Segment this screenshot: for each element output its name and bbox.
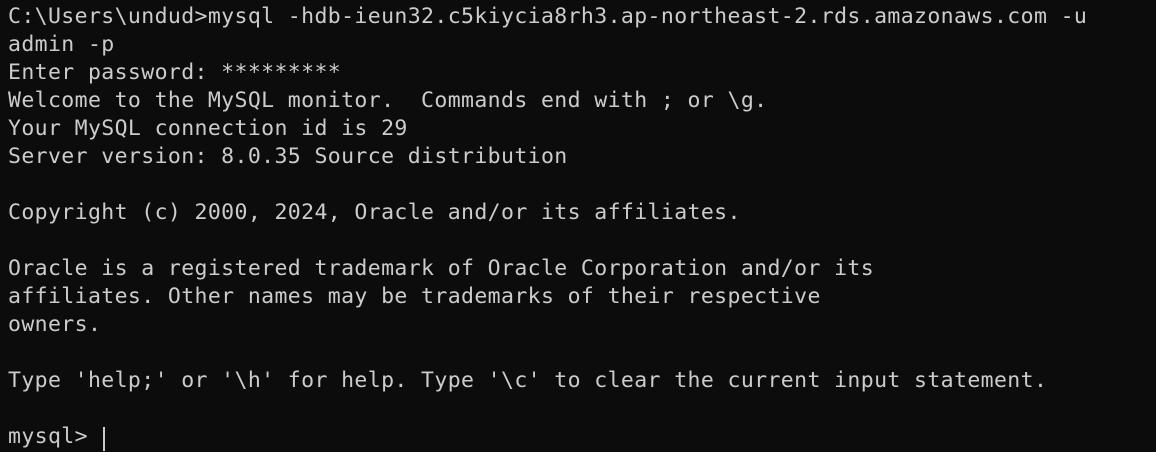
- help-line: Type 'help;' or '\h' for help. Type '\c'…: [8, 368, 1048, 393]
- welcome-line: Welcome to the MySQL monitor. Commands e…: [8, 88, 768, 113]
- mysql-prompt-line[interactable]: mysql>: [8, 423, 1156, 451]
- trademark-line-3: owners.: [8, 312, 102, 337]
- mysql-prompt: mysql>: [8, 424, 102, 449]
- trademark-line-2: affiliates. Other names may be trademark…: [8, 284, 821, 309]
- command-line: C:\Users\undud>mysql -hdb-ieun32.c5kiyci…: [8, 4, 1088, 29]
- server-version-line: Server version: 8.0.35 Source distributi…: [8, 144, 568, 169]
- trademark-line-1: Oracle is a registered trademark of Orac…: [8, 256, 875, 281]
- command-line-continuation: admin -p: [8, 32, 115, 57]
- text-cursor: [103, 427, 106, 451]
- terminal-window[interactable]: C:\Users\undud>mysql -hdb-ieun32.c5kiyci…: [0, 0, 1156, 452]
- password-line: Enter password: *********: [8, 60, 342, 85]
- connection-id-line: Your MySQL connection id is 29: [8, 116, 408, 141]
- copyright-line: Copyright (c) 2000, 2024, Oracle and/or …: [8, 200, 741, 225]
